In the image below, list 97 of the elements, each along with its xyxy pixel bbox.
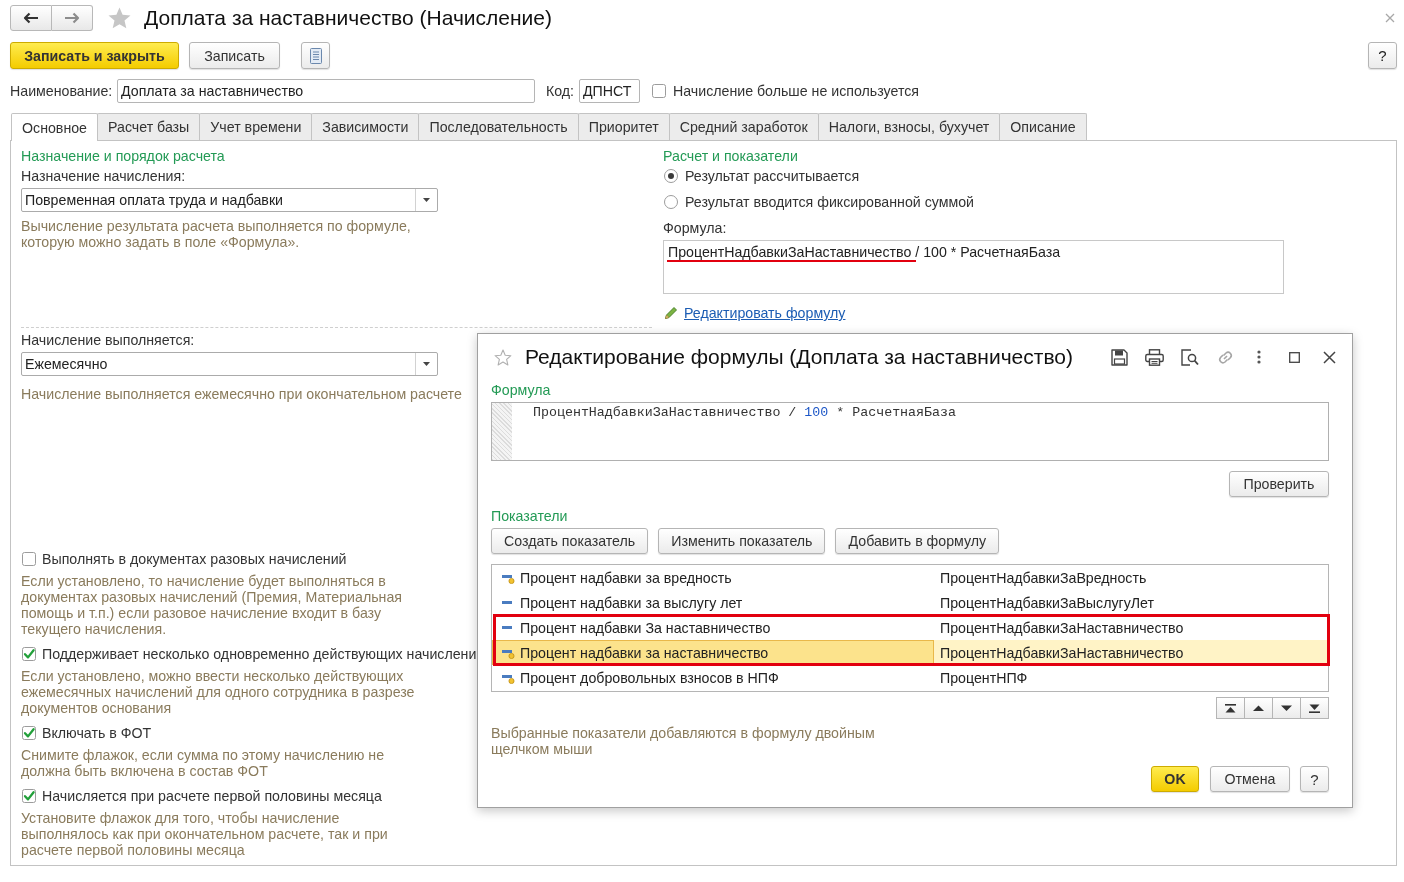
move-up-button[interactable] xyxy=(1244,697,1273,719)
group-heading: Формула xyxy=(491,382,552,398)
tab[interactable]: Последовательность xyxy=(418,113,579,140)
group-heading: Показатели xyxy=(491,508,569,524)
hint-text: Если установлено, то начисление будет выполняться в документах разовых начислений (Премия, Материальная помощь и т.п.) если разовое начисление входит в базу текущего начисления. xyxy=(21,573,403,637)
dialog-title: Редактирование формулы (Доплата за наставничество) xyxy=(525,346,1073,368)
caret-icon xyxy=(423,362,430,366)
group-heading: Назначение и порядок расчета xyxy=(21,148,226,164)
pencil-icon xyxy=(664,306,678,320)
arrow-left-icon xyxy=(23,12,39,24)
field-label: Наименование: xyxy=(10,83,114,99)
field-label: Назначение начисления: xyxy=(21,168,187,184)
checkbox[interactable] xyxy=(22,647,36,661)
tab[interactable]: Описание xyxy=(999,113,1087,140)
hint-text: Выбранные показатели добавляются в формулу двойным щелчком мыши xyxy=(491,725,876,757)
radio-label: Результат вводится фиксированной суммой xyxy=(685,194,975,210)
field-label: Формула: xyxy=(663,220,728,236)
bar-triangle-up-icon xyxy=(1225,703,1236,713)
indicator-identifier: ПроцентНПФ xyxy=(940,669,1028,686)
checkbox[interactable] xyxy=(22,789,36,803)
checkbox[interactable] xyxy=(22,726,36,740)
more-icon[interactable] xyxy=(1257,350,1261,364)
hint-text: Вычисление результата расчета выполняется по формуле, которую можно задать в поле «Формула». xyxy=(21,218,412,250)
indicator-name: Процент надбавки за вредность xyxy=(520,569,732,586)
checkbox-label: Начисляется при расчете первой половины месяца xyxy=(42,788,382,804)
checkbox-label: Поддерживает несколько одновременно действующих начислени xyxy=(42,646,477,662)
hint-text: Установите флажок для того, чтобы начисление выполнялось как при окончательном расчете, так и при расчете первой половины месяца xyxy=(21,810,389,858)
create-indicator-button[interactable]: Создать показатель xyxy=(491,528,649,554)
checkbox[interactable] xyxy=(652,84,666,98)
back-button[interactable] xyxy=(10,5,52,31)
group-heading: Расчет и показатели xyxy=(663,148,799,164)
edit-indicator-button[interactable]: Изменить показатель xyxy=(658,528,826,554)
cancel-button[interactable]: Отмена xyxy=(1210,766,1290,792)
hint-text: Если установлено, можно ввести несколько действующих ежемесячных начислений для одного сотрудника в разрезе документов основания xyxy=(21,668,416,716)
text-field[interactable]: ДПНСТ xyxy=(579,79,640,103)
save-button[interactable]: Записать xyxy=(189,42,280,69)
indicator-name: Процент надбавки за выслугу лет xyxy=(520,594,743,611)
maximize-icon[interactable] xyxy=(1289,351,1300,363)
move-down-button[interactable] xyxy=(1272,697,1301,719)
page-magnifier-icon[interactable] xyxy=(1181,348,1199,366)
tab[interactable]: Зависимости xyxy=(311,113,420,140)
bar-triangle-down-icon xyxy=(1309,703,1320,713)
checkbox-label: Включать в ФОТ xyxy=(42,725,152,741)
tab[interactable]: Расчет базы xyxy=(97,113,201,140)
move-to-top-button[interactable] xyxy=(1216,697,1245,719)
radio-button[interactable] xyxy=(664,169,678,183)
tab[interactable]: Налоги, взносы, бухучет xyxy=(817,113,1001,140)
field-label: Код: xyxy=(546,83,576,99)
tab[interactable]: Учет времени xyxy=(199,113,313,140)
code-editor-field[interactable]: ПроцентНадбавкиЗаНаставничество / 100 * РасчетнаяБаза xyxy=(491,402,1329,461)
add-to-formula-button[interactable]: Добавить в формулу xyxy=(835,528,1000,554)
window-title: Доплата за наставничество (Начисление) xyxy=(144,6,552,30)
star-icon[interactable] xyxy=(108,7,131,29)
dropdown-field[interactable]: Повременная оплата труда и надбавки xyxy=(21,188,438,212)
dropdown-field[interactable]: Ежемесячно xyxy=(21,352,438,376)
indicator-row[interactable]: Процент добровольных взносов в НПФ ПроцентНПФ xyxy=(492,665,1328,690)
tab[interactable]: Средний заработок xyxy=(668,113,819,140)
tab[interactable]: Приоритет xyxy=(577,113,670,140)
document-list-icon xyxy=(309,47,322,64)
save-icon[interactable] xyxy=(1111,348,1128,366)
ok-button[interactable]: OK xyxy=(1151,766,1199,792)
star-outline-icon[interactable] xyxy=(494,348,512,366)
printer-icon[interactable] xyxy=(1145,348,1164,366)
radio-button[interactable] xyxy=(664,195,678,209)
checkbox[interactable] xyxy=(22,552,36,566)
hint-text: Снимите флажок, если сумма по этому начислению не должна быть включена в состав ФОТ xyxy=(21,747,386,779)
indicator-identifier: ПроцентНадбавкиЗаНаставничество xyxy=(940,644,1184,661)
indicator-identifier: ПроцентНадбавкиЗаНаставничество xyxy=(940,619,1184,636)
radio-label: Результат рассчитывается xyxy=(685,168,860,184)
indicator-identifier: ПроцентНадбавкиЗаВредность xyxy=(940,569,1147,586)
move-to-bottom-button[interactable] xyxy=(1300,697,1329,719)
indicator-row[interactable]: Процент надбавки за вредность ПроцентНадбавкиЗаВредность xyxy=(492,565,1328,590)
indicator-name: Процент добровольных взносов в НПФ xyxy=(520,669,779,686)
indicator-row[interactable]: Процент надбавки за выслугу лет ПроцентНадбавкиЗаВыслугуЛет xyxy=(492,590,1328,615)
field-label: Начисление выполняется: xyxy=(21,332,196,348)
formula-field[interactable]: ПроцентНадбавкиЗаНаставничество / 100 * РасчетнаяБаза xyxy=(663,240,1284,294)
edit-formula-link[interactable]: Редактировать формулу xyxy=(684,305,846,321)
list-view-button[interactable] xyxy=(301,42,330,69)
indicator-row[interactable]: Процент надбавки За наставничество ПроцентНадбавкиЗаНаставничество xyxy=(492,615,1328,640)
indicator-name: Процент надбавки За наставничество xyxy=(520,619,771,636)
arrow-right-icon xyxy=(64,12,80,24)
indicator-row[interactable]: Процент надбавки за наставничество ПроцентНадбавкиЗаНаставничество xyxy=(492,640,1328,665)
indicator-name: Процент надбавки за наставничество xyxy=(520,644,769,661)
check-button[interactable]: Проверить xyxy=(1229,471,1329,497)
help-button[interactable]: ? xyxy=(1300,766,1329,792)
hint-text: Начисление выполняется ежемесячно при окончательном расчете xyxy=(21,386,462,402)
triangle-down-icon xyxy=(1281,703,1292,713)
save-and-close-button[interactable]: Записать и закрыть xyxy=(10,42,179,69)
close-icon[interactable] xyxy=(1323,350,1336,364)
text-field[interactable]: Доплата за наставничество xyxy=(117,79,535,103)
tab[interactable]: Основное xyxy=(11,113,98,141)
checkbox-label: Начисление больше не используется xyxy=(673,83,919,99)
triangle-up-icon xyxy=(1253,703,1264,713)
indicator-identifier: ПроцентНадбавкиЗаВыслугуЛет xyxy=(940,594,1155,611)
checkbox-label: Выполнять в документах разовых начислений xyxy=(42,551,347,567)
caret-icon xyxy=(423,198,430,202)
help-button[interactable]: ? xyxy=(1368,42,1397,69)
